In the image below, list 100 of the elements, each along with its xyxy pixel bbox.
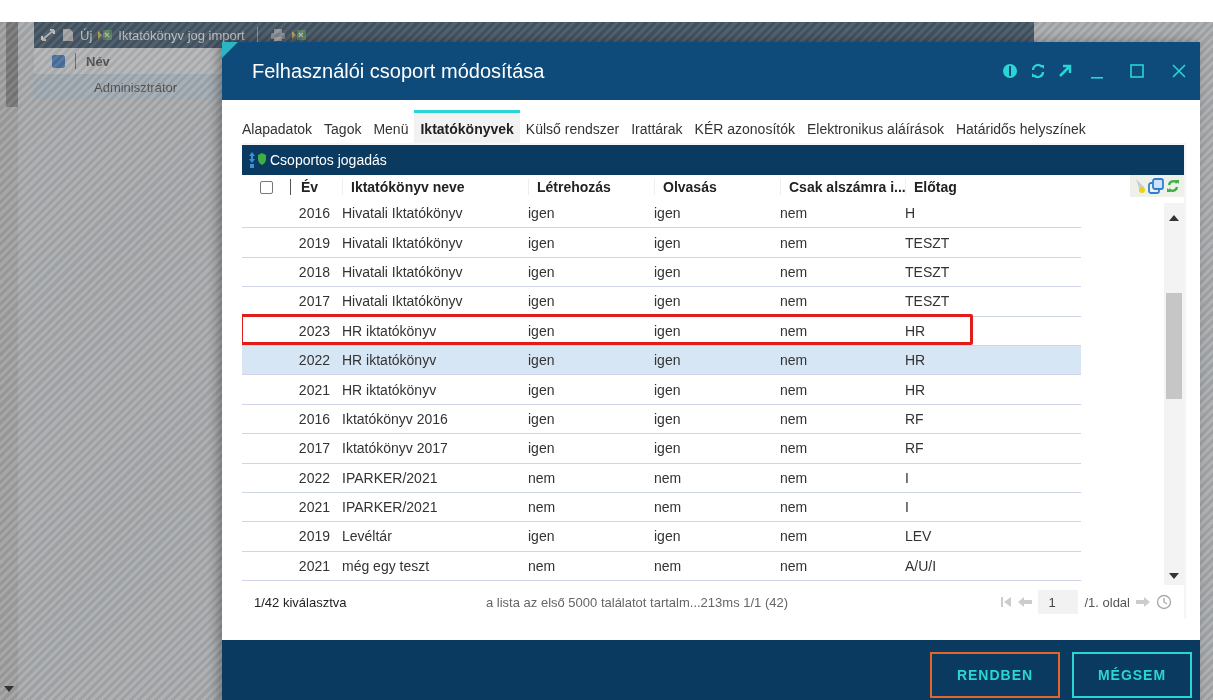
group-rights-button[interactable]: Csoportos jogadás	[270, 152, 387, 168]
table-cell-text: nem	[780, 293, 809, 310]
table-cell-text: Hivatali Iktatókönyv	[342, 263, 464, 280]
table-cell-text: nem	[780, 557, 809, 574]
import-button[interactable]: Iktatókönyv jog import	[118, 27, 245, 43]
table-cell-text: 2018	[297, 263, 331, 280]
table-cell-text: 2023	[297, 322, 331, 339]
tab[interactable]: Irattárak	[625, 110, 689, 143]
group-rights-icon[interactable]	[248, 151, 268, 169]
tab[interactable]: KÉR azonosítók	[688, 110, 801, 143]
table-cell-text: igen	[528, 440, 556, 457]
table-cell-text: TESZT	[905, 263, 951, 280]
column-header[interactable]: Év	[290, 179, 342, 195]
table-cell-text: nem	[780, 499, 809, 516]
table-cell-text: nem	[780, 234, 809, 251]
dialog-button[interactable]: MÉGSEM	[1072, 652, 1192, 698]
table-cell-text: 2021	[297, 557, 331, 574]
scroll-down-icon[interactable]	[1169, 573, 1179, 579]
table-row[interactable]: 2022 HR iktatókönyv igen igen nem HR	[242, 345, 1081, 376]
table-cell-text: RF	[905, 410, 925, 427]
table-cell-text: igen	[654, 352, 682, 369]
table-cell-text: igen	[654, 293, 682, 310]
table-cell-text: igen	[654, 263, 682, 280]
page-field[interactable]: 1	[1038, 590, 1079, 614]
maximize-icon[interactable]	[1130, 64, 1144, 78]
table-cell-text: Hivatali Iktatókönyv	[342, 234, 464, 251]
scroll-up-icon[interactable]	[1169, 215, 1179, 221]
table-cell-text: I	[905, 499, 910, 516]
table-cell-text: nem	[654, 499, 683, 516]
tab[interactable]: Elektronikus aláírások	[800, 110, 950, 143]
table-cell-text: 2021	[297, 381, 331, 398]
table-cell-text: nem	[528, 499, 557, 516]
tab[interactable]: Menü	[367, 110, 415, 143]
column-header: Név	[86, 53, 110, 69]
spreadsheet-icon[interactable]	[291, 28, 306, 42]
table-cell-text: Iktatókönyv 2017	[342, 440, 449, 457]
table-cell-text: igen	[528, 293, 556, 310]
page-total: /1. oldal	[1084, 594, 1130, 610]
refresh-icon[interactable]	[1166, 179, 1180, 193]
close-icon[interactable]	[1172, 64, 1186, 78]
tab[interactable]: Külső rendszer	[519, 110, 626, 143]
table-cell-text: 2019	[297, 234, 331, 251]
table-cell-text: 2022	[297, 469, 331, 486]
table-cell-text: 2016	[297, 205, 331, 222]
new-button[interactable]: Új	[80, 27, 93, 43]
arrow-icon[interactable]	[1058, 64, 1072, 78]
printer-icon[interactable]	[269, 28, 286, 42]
table-cell-text: HR iktatókönyv	[342, 322, 438, 339]
table-cell-text: igen	[654, 440, 682, 457]
table-cell-text: nem	[654, 557, 683, 574]
result-info: a lista az első 5000 találatot tartalm...213ms 1/1 (42)	[486, 594, 790, 610]
table-cell-text: igen	[654, 528, 682, 545]
scroll-down-icon[interactable]	[4, 686, 14, 692]
table-cell-text: H	[905, 205, 917, 222]
column-header[interactable]: Iktatókönyv neve	[342, 179, 528, 195]
spreadsheet-icon[interactable]	[98, 28, 113, 42]
table-cell-text: RF	[905, 440, 925, 457]
table-cell-text: 2022	[297, 352, 331, 369]
select-all-checkbox[interactable]	[52, 54, 65, 68]
column-header[interactable]: Létrehozás	[528, 179, 654, 195]
corner-accent	[222, 42, 238, 58]
table-cell-text: HR iktatókönyv	[342, 381, 438, 398]
tab[interactable]: Iktatókönyvek	[414, 110, 520, 143]
table-cell-text: A/U/I	[905, 557, 938, 574]
table-row[interactable]: 2023 HR iktatókönyv igen igen nem HR	[242, 316, 1081, 346]
table-cell-text: igen	[528, 205, 556, 222]
tab[interactable]: Határidős helyszínek	[949, 110, 1092, 143]
table-cell-text: igen	[654, 410, 682, 427]
table-cell-text: nem	[780, 528, 809, 545]
scrollbar-thumb[interactable]	[1166, 293, 1182, 399]
table-cell-text: igen	[528, 352, 556, 369]
column-header[interactable]: Csak alszámra i...	[780, 179, 905, 195]
column-header[interactable]: Olvasás	[654, 179, 780, 195]
table-cell-text: HR iktatókönyv	[342, 352, 438, 369]
tab[interactable]: Tagok	[318, 110, 368, 143]
clock-icon[interactable]	[1156, 594, 1172, 610]
expand-icon[interactable]	[40, 28, 56, 42]
scrollbar-thumb[interactable]	[6, 22, 18, 107]
refresh-icon[interactable]	[1030, 63, 1046, 79]
table-cell-text: nem	[654, 469, 683, 486]
table-cell-text: nem	[780, 469, 809, 486]
table-cell-text: HR	[905, 381, 927, 398]
info-icon[interactable]	[1002, 63, 1018, 79]
table-cell-text: TESZT	[905, 234, 951, 251]
copy-icon[interactable]	[1148, 178, 1164, 194]
table-cell-text: igen	[528, 410, 556, 427]
table-cell-text: TESZT	[905, 293, 951, 310]
column-header[interactable]: Előtag	[905, 179, 1081, 195]
table-cell-text: Levéltár	[342, 528, 393, 545]
dialog-button[interactable]: RENDBEN	[930, 652, 1060, 698]
table-cell-text: 2017	[297, 440, 331, 457]
table-cell-text: Hivatali Iktatókönyv	[342, 205, 464, 222]
tab[interactable]: Alapadatok	[236, 110, 319, 143]
table-cell-text: nem	[780, 381, 809, 398]
select-all-checkbox[interactable]	[260, 180, 273, 194]
document-icon[interactable]	[62, 28, 74, 42]
table-cell-text: nem	[780, 263, 809, 280]
table-cell-text: még egy teszt	[342, 557, 431, 574]
table-cell-text: igen	[528, 528, 556, 545]
scrollbar-track[interactable]	[1164, 203, 1184, 585]
